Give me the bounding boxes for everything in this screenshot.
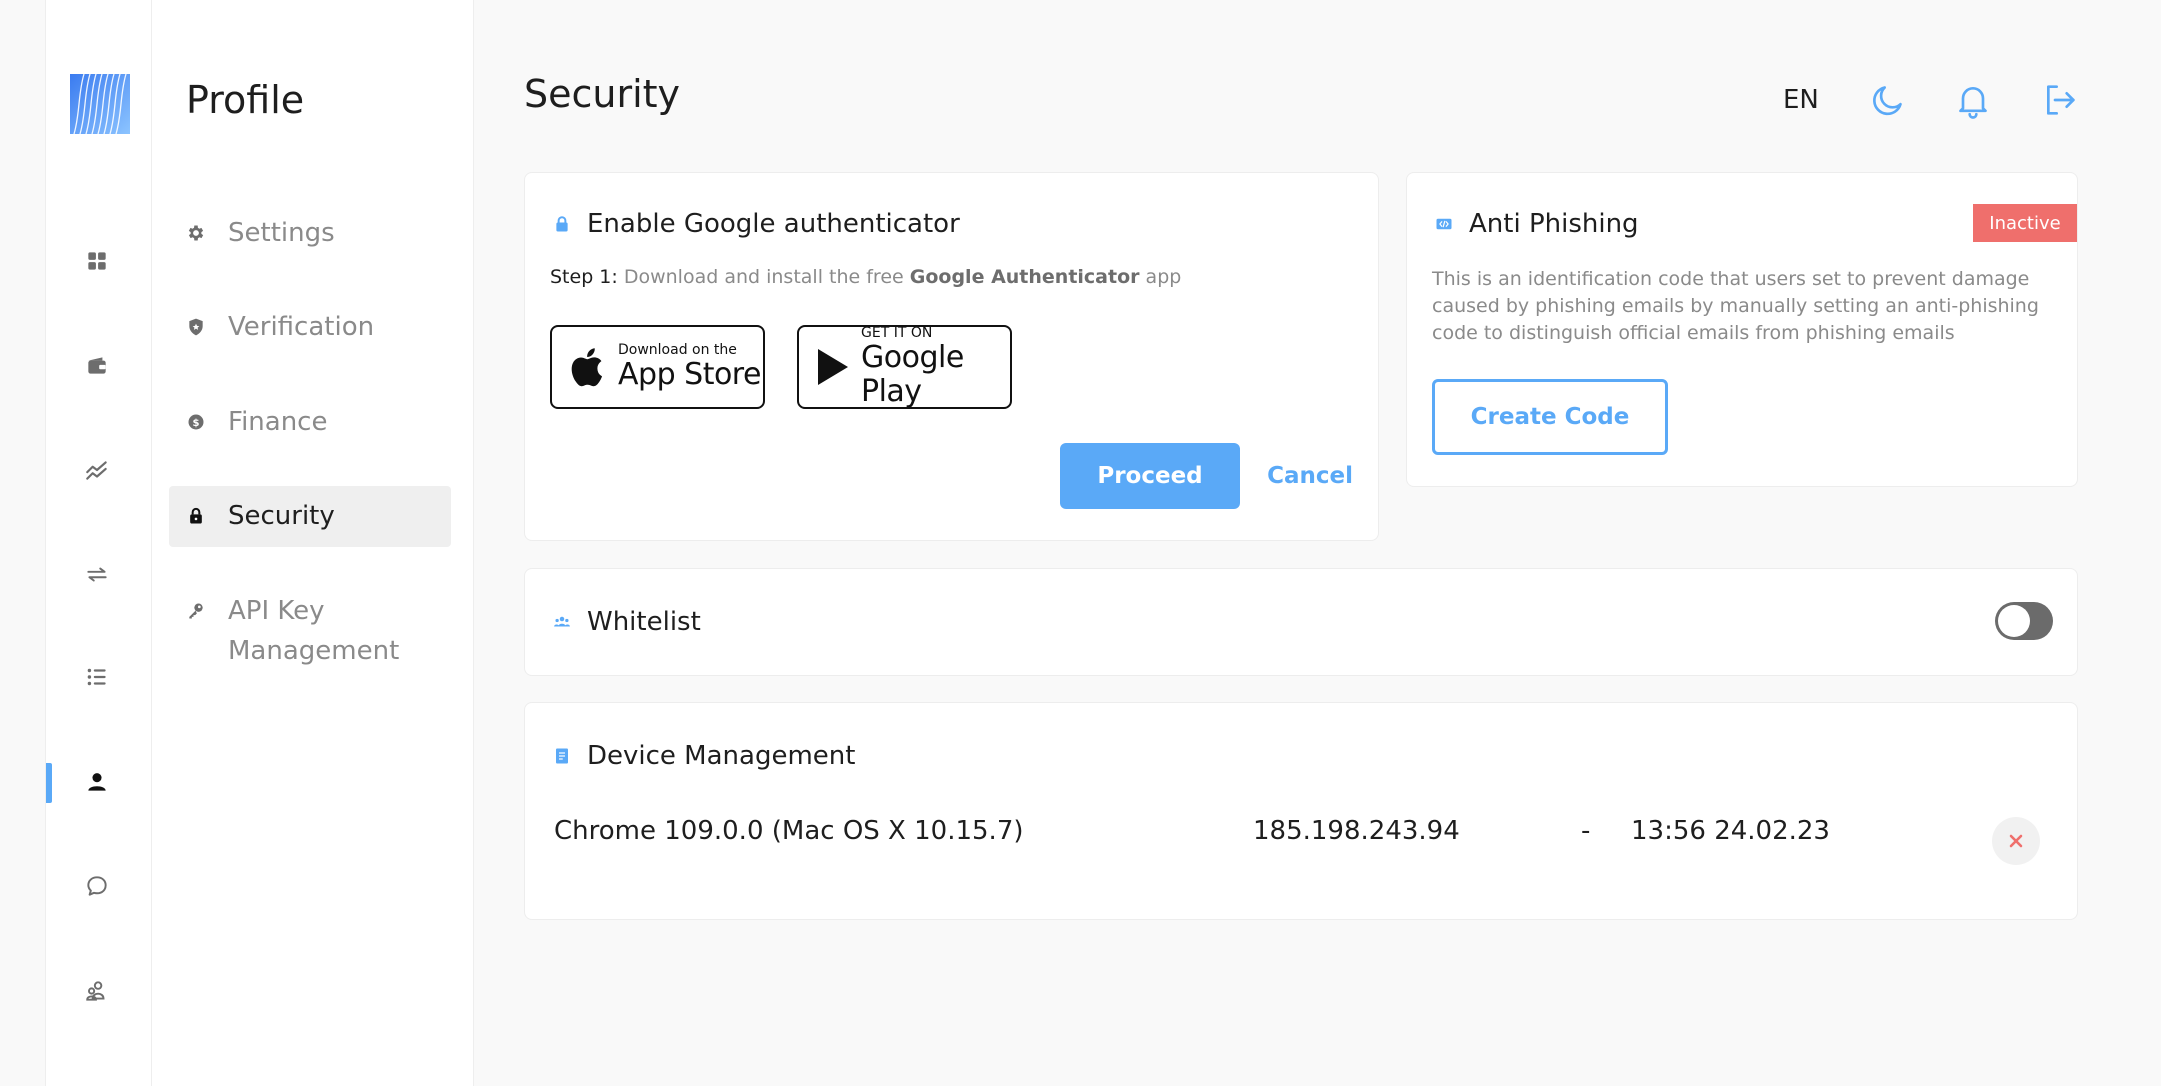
svg-text:$: $ xyxy=(193,418,200,429)
menu-item-label: Verification xyxy=(228,312,375,342)
rail-support[interactable] xyxy=(81,870,113,902)
rail-orders[interactable] xyxy=(81,661,113,693)
gear-icon xyxy=(186,213,210,253)
brand-logo[interactable] xyxy=(70,74,130,134)
menu-item-label: Settings xyxy=(228,218,335,248)
menu-title: Profile xyxy=(186,78,305,122)
google-play-button[interactable]: GET IT ON Google Play xyxy=(797,325,1012,409)
moon-icon xyxy=(1873,86,1902,116)
notifications-button[interactable] xyxy=(1951,78,1995,122)
rail-referral[interactable] xyxy=(81,975,113,1007)
menu-item-settings[interactable]: Settings xyxy=(169,213,451,253)
wallet-icon xyxy=(88,357,106,374)
device-location: - xyxy=(1581,816,1591,846)
coin-icon: $ xyxy=(186,402,210,442)
card-title: Anti Phishing xyxy=(1469,209,1639,239)
profile-menu: Profile Settings Verification $ Finance … xyxy=(152,0,474,1086)
rail-exchange[interactable] xyxy=(81,558,113,590)
status-badge: Inactive xyxy=(1973,204,2077,242)
lock-icon xyxy=(186,496,210,536)
device-ip: 185.198.243.94 xyxy=(1253,816,1460,846)
card-header: Enable Google authenticator xyxy=(551,209,960,239)
menu-item-label: Finance xyxy=(228,407,328,437)
menu-item-label: API Key Management xyxy=(228,596,400,666)
card-header: Whitelist xyxy=(551,607,701,637)
card-header: Device Management xyxy=(551,741,855,771)
remove-device-button[interactable] xyxy=(1992,817,2040,865)
device-time: 13:56 24.02.23 xyxy=(1631,816,1830,846)
proceed-button[interactable]: Proceed xyxy=(1060,443,1240,509)
bell-icon xyxy=(1959,87,1987,119)
menu-item-finance[interactable]: $ Finance xyxy=(169,402,451,442)
list-icon xyxy=(87,668,106,686)
page-title: Security xyxy=(524,72,681,116)
rail-active-indicator xyxy=(46,763,52,803)
whitelist-toggle[interactable] xyxy=(1995,602,2053,640)
menu-item-security[interactable]: Security xyxy=(169,486,451,547)
shield-icon xyxy=(186,307,210,347)
language-selector[interactable]: EN xyxy=(1783,85,1819,115)
card-header: Anti Phishing xyxy=(1433,209,1639,239)
toggle-knob xyxy=(1998,605,2030,637)
logout-icon xyxy=(2047,85,2075,115)
create-code-button[interactable]: Create Code xyxy=(1432,379,1668,455)
close-icon xyxy=(2009,834,2023,848)
trend-icon xyxy=(86,461,107,480)
card-title: Enable Google authenticator xyxy=(587,209,960,239)
lock-icon xyxy=(551,213,573,235)
swap-icon xyxy=(87,567,107,582)
rail-wallet[interactable] xyxy=(81,350,113,382)
card-title: Whitelist xyxy=(587,607,701,637)
app-store-button[interactable]: Download on the App Store xyxy=(550,325,765,409)
theme-toggle-button[interactable] xyxy=(1866,78,1910,122)
device-browser: Chrome 109.0.0 (Mac OS X 10.15.7) xyxy=(554,816,1024,846)
rail-markets[interactable] xyxy=(81,454,113,486)
device-management-card: Device Management Chrome 109.0.0 (Mac OS… xyxy=(524,702,2078,920)
menu-item-label: Security xyxy=(228,501,335,531)
user-icon xyxy=(88,773,106,791)
step-instructions: Step 1: Download and install the free Go… xyxy=(550,266,1182,288)
google-authenticator-card: Enable Google authenticator Step 1: Down… xyxy=(524,172,1379,541)
grid-icon xyxy=(88,252,106,270)
anti-phishing-description: This is an identification code that user… xyxy=(1432,268,2039,344)
anti-phishing-card: Anti Phishing Inactive This is an identi… xyxy=(1406,172,2078,487)
play-icon xyxy=(815,345,851,389)
code-icon xyxy=(1433,213,1455,235)
chat-icon xyxy=(87,876,107,896)
whitelist-card: Whitelist xyxy=(524,568,2078,676)
users-icon xyxy=(86,981,105,1001)
card-title: Device Management xyxy=(587,741,856,771)
logout-button[interactable] xyxy=(2038,78,2082,122)
apple-icon xyxy=(568,345,608,389)
document-icon xyxy=(551,745,573,767)
icon-rail xyxy=(45,0,152,1086)
menu-item-verification[interactable]: Verification xyxy=(169,307,451,347)
menu-item-api-key-management[interactable]: API Key Management xyxy=(169,591,451,671)
key-icon xyxy=(186,591,210,631)
users-icon xyxy=(551,611,573,633)
cancel-button[interactable]: Cancel xyxy=(1265,443,1353,509)
rail-dashboard[interactable] xyxy=(81,245,113,277)
rail-profile[interactable] xyxy=(81,766,113,798)
